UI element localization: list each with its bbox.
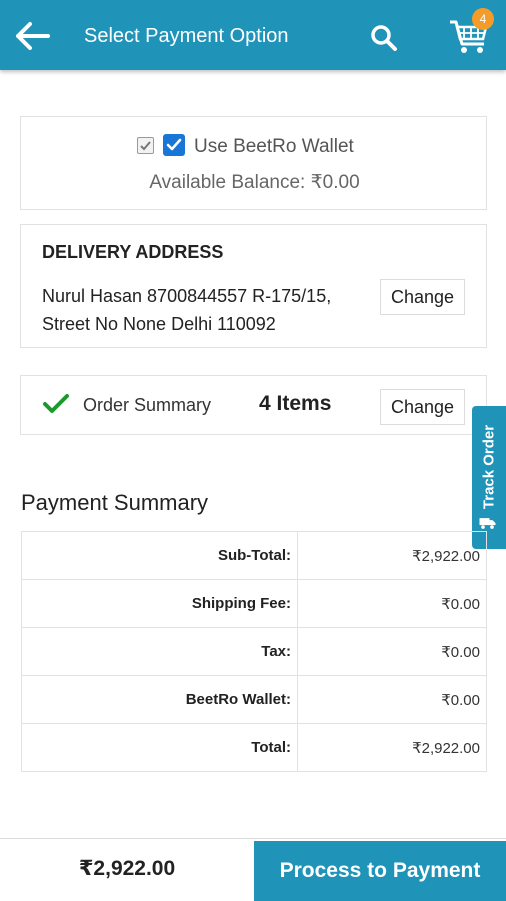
shipping-fee-label: Shipping Fee: [21, 579, 298, 628]
tax-value: ₹0.00 [297, 627, 487, 676]
table-row: Shipping Fee: ₹0.00 [21, 579, 487, 628]
order-summary-card: Order Summary 4 Items Change [20, 375, 487, 435]
subtotal-label: Sub-Total: [21, 531, 298, 580]
wallet-deduction-label: BeetRo Wallet: [21, 675, 298, 724]
truck-icon [479, 515, 498, 531]
shipping-fee-value: ₹0.00 [297, 579, 487, 628]
delivery-address-card: DELIVERY ADDRESS Nurul Hasan 8700844557 … [20, 224, 487, 348]
change-address-button[interactable]: Change [380, 279, 465, 315]
table-row: Tax: ₹0.00 [21, 627, 487, 676]
table-row: BeetRo Wallet: ₹0.00 [21, 675, 487, 724]
delivery-address-title: DELIVERY ADDRESS [42, 242, 224, 262]
checkout-footer: ₹2,922.00 Process to Payment [0, 838, 506, 901]
search-icon[interactable] [368, 22, 400, 54]
total-label: Total: [21, 723, 298, 772]
check-icon [43, 393, 69, 420]
table-row: Total: ₹2,922.00 [21, 723, 487, 772]
cart-count-badge: 4 [472, 8, 494, 30]
address-line-1: Nurul Hasan 8700844557 R-175/15, [42, 286, 332, 306]
address-line-2: Street No None Delhi 110092 [42, 314, 276, 334]
track-order-label: Track Order [480, 424, 498, 509]
delivery-address-text: Nurul Hasan 8700844557 R-175/15, Street … [42, 282, 382, 338]
available-balance: Available Balance: ₹0.00 [149, 172, 360, 193]
track-order-tab[interactable]: Track Order [472, 406, 506, 549]
use-wallet-label[interactable]: Use BeetRo Wallet [194, 136, 354, 158]
process-to-payment-button[interactable]: Process to Payment [254, 841, 506, 901]
order-items-count: 4 Items [259, 392, 332, 415]
arrow-left-icon[interactable] [14, 18, 54, 54]
change-order-button[interactable]: Change [380, 389, 465, 425]
payment-summary-title: Payment Summary [21, 490, 209, 515]
payment-summary-table: Sub-Total: ₹2,922.00 Shipping Fee: ₹0.00… [21, 531, 487, 772]
wallet-checkbox-secondary[interactable] [137, 137, 154, 154]
footer-total-amount: ₹2,922.00 [78, 857, 176, 880]
order-summary-label: Order Summary [83, 395, 212, 415]
app-bar: Select Payment Option 4 [0, 0, 506, 70]
tax-label: Tax: [21, 627, 298, 676]
use-wallet-checkbox[interactable] [163, 134, 185, 156]
page-title: Select Payment Option [84, 25, 289, 47]
wallet-deduction-value: ₹0.00 [297, 675, 487, 724]
wallet-card: Use BeetRo Wallet Available Balance: ₹0.… [20, 116, 487, 210]
total-value: ₹2,922.00 [297, 723, 487, 772]
table-row: Sub-Total: ₹2,922.00 [21, 531, 487, 580]
subtotal-value: ₹2,922.00 [297, 531, 487, 580]
